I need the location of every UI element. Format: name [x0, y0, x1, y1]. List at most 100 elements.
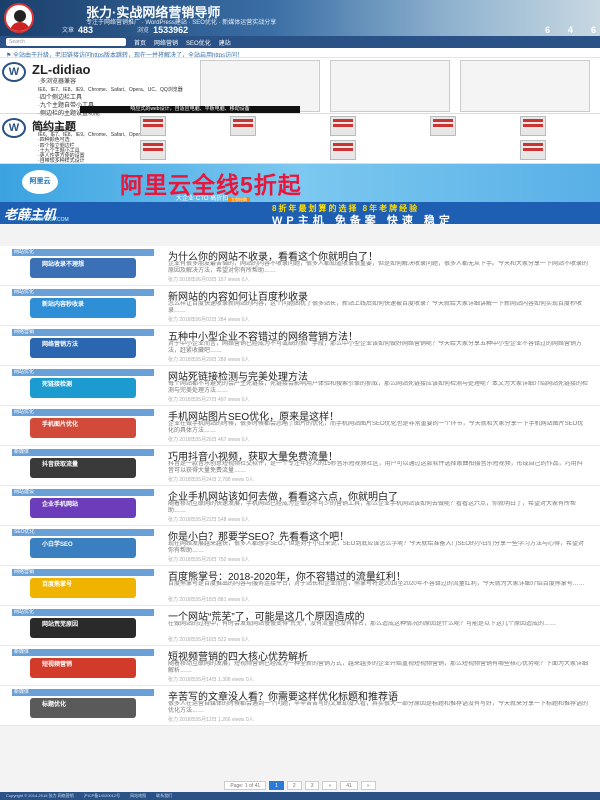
post-excerpt: 每个网站都不可避免的会产生死链接，死链接会影响用户体验和搜索引擎的抓取，那么网站… [168, 381, 588, 394]
post-category[interactable]: 网站建设 [14, 489, 34, 496]
post-thumbnail[interactable]: 网络营销 网络营销方法 [12, 329, 154, 360]
post-category[interactable]: 网站优化 [14, 609, 34, 616]
search-input[interactable]: Search [6, 38, 126, 46]
site-footer: Copyright © 2014-2018 张力 网络营销 沪ICP备140200… [0, 792, 600, 800]
nav-item[interactable]: SEO优化 [186, 38, 211, 47]
post-item[interactable]: 新媒体 抖音获取流量 巧用抖音小视频，获取大量免费流量！ 抖音是一款音乐创意短视频社交… [0, 446, 600, 486]
post-item[interactable]: 网站优化 手机图片优化 手机网站图片SEO优化，原来是这样！ 企业在做手机网站的时候，… [0, 406, 600, 446]
post-meta: 张力 2018年05月26日 467 views 0人 [168, 437, 250, 443]
theme-thumb [230, 116, 256, 136]
post-meta: 张力 2018年05月16日 522 views 0人 [168, 637, 250, 643]
post-excerpt: 百度熊掌号是百度推出的内容与服务连接平台，对于站长和企业而言，熊掌号将是2018… [168, 581, 585, 587]
theme-screenshot [460, 60, 590, 112]
post-item[interactable]: 网络营销 网络营销方法 五种中小型企业不容错过的网络营销方法！ 对于中小企业而言，网络… [0, 326, 600, 366]
post-item[interactable]: 新媒体 短视频营销 短视频营销的四大核心优势解析 随着移动互联网的发展，短视频营销已经… [0, 646, 600, 686]
feature-item: ·多浏览器兼容 [38, 79, 76, 85]
thumbnail-caption: 小白学SEO [42, 542, 73, 548]
footer-item[interactable]: 网站地图 [130, 793, 146, 799]
theme-thumb [520, 116, 546, 136]
nav-bar: Search 首页 网络营销 SEO优化 建站 [0, 36, 600, 48]
nav-item[interactable]: 网络营销 [154, 38, 178, 47]
post-thumbnail[interactable]: 网站优化手机图片优化 [12, 409, 154, 440]
post-thumbnail[interactable]: 网站优化死链接检测 [12, 369, 154, 400]
post-list: 网站优化 网站收录不理想 为什么你的网站不收录，看看这个你就明白了！ 企业有很多朋友最… [0, 246, 600, 726]
post-category[interactable]: 网络营销 [14, 329, 34, 336]
thumbnail-caption: 新站内容秒收录 [42, 302, 85, 308]
page-link[interactable]: » [360, 780, 376, 790]
thumbnail-caption: 网站收录不理想 [42, 262, 85, 268]
post-excerpt: 在做网站的过程中，有时会发现网站慢慢变得“荒芜”，没有流量也没有排名，那么造成这… [168, 621, 556, 627]
theme-ad-simple[interactable]: W 简约主题 ·多浏览器兼容 IE6、IE7、IE8、IE9、Chrome、Sa… [0, 114, 600, 164]
pagination: Page: 1 of 41 1 2 3» 41» [0, 778, 600, 792]
theme-thumb [520, 140, 546, 160]
thumbnail-caption: 手机图片优化 [42, 422, 79, 428]
category-band [12, 449, 154, 456]
post-category[interactable]: 网站优化 [14, 409, 34, 416]
theme-screenshot [330, 60, 450, 112]
theme-thumb [330, 140, 356, 160]
page-link[interactable]: » [322, 780, 338, 790]
page-link[interactable]: 41 [340, 780, 358, 790]
thumbnail-caption: 死链接检测 [42, 382, 73, 388]
post-item[interactable]: 网站优化 网站荒芜原因 一个网站“荒芜”了，可能是这几个原因造成的 在做网站的过程中，… [0, 606, 600, 646]
post-item[interactable]: 网站优化 死链接检测 网站死链接检测与完美处理方法 每个网站都不可避免的会产生死链接，… [0, 366, 600, 406]
post-thumbnail[interactable]: 网络营销 百度熊掌号 [12, 569, 154, 600]
laoxue-features: WP主机 免备案 快速 稳定 [272, 215, 454, 224]
post-meta: 张力 2018年05月12日 1,266 views 0人 [168, 717, 254, 723]
post-meta: 张力 2018年05月14日 1,308 views 0人 [168, 677, 254, 683]
footer-item[interactable]: 沪ICP备14020012号 [84, 793, 120, 799]
page-link[interactable]: 1 [269, 780, 284, 790]
post-thumbnail[interactable]: 网站优化 网站荒芜原因 [12, 609, 154, 640]
post-category[interactable]: 网站优化 [14, 289, 34, 296]
theme-screenshot [200, 60, 320, 112]
post-meta: 张力 2018年05月24日 2,788 views 0人 [168, 477, 254, 483]
post-item[interactable]: 新媒体 标题优化 辛苦写的文章没人看？你需要这样优化标题和推荐语 很多人在运营自媒体的… [0, 686, 600, 726]
post-item[interactable]: SEO优化 小白学SEO 你是小白？那要学SEO？先看看这个吧！ 现在网络发展越来越快… [0, 526, 600, 566]
page-link[interactable]: 2 [286, 780, 302, 790]
aliyun-brand: 阿里云 [22, 170, 58, 194]
post-category[interactable]: 网站优化 [14, 369, 34, 376]
post-excerpt: 抖音是一款音乐创意短视频社交软件，是一个专注年轻人的15秒音乐短视频社区，用户可… [168, 461, 583, 474]
theme-thumb [140, 140, 166, 160]
post-excerpt: 怎么样让百度快速收录新网站的内容，这个问题困扰了很多站长，新站上线后如何快速被百… [168, 301, 583, 314]
post-thumbnail[interactable]: 新媒体 标题优化 [12, 689, 154, 720]
post-item[interactable]: 网站优化 网站收录不理想 为什么你的网站不收录，看看这个你就明白了！ 企业有很多朋友最… [0, 246, 600, 286]
theme-features: ·多浏览器兼容 IE6、IE7、IE8、IE9、Chrome、Safari、Op… [38, 127, 143, 164]
post-meta: 张力 2018年05月27日 497 views 0人 [168, 397, 250, 403]
stat-value: 1533962 [153, 24, 189, 35]
theme-thumb [430, 116, 456, 136]
nav-item[interactable]: 首页 [134, 38, 146, 47]
post-thumbnail[interactable]: 网站优化网站收录不理想 [12, 249, 154, 280]
post-category[interactable]: 新媒体 [14, 689, 29, 696]
post-category[interactable]: 网站优化 [14, 249, 34, 256]
footer-item[interactable]: 联系我们 [156, 793, 172, 799]
theme-ad-zl-didiao[interactable]: W ZL-didiao ·多浏览器兼容 IE6、IE7、IE8、IE9、Chro… [0, 58, 600, 117]
theme-name: ZL-didiao [32, 62, 91, 77]
post-excerpt: 企业在做手机网站的时候，很多时候都会忽略了图片的优化，而手机网站图片SEO优化也… [168, 421, 584, 434]
post-thumbnail[interactable]: 新媒体 抖音获取流量 [12, 449, 154, 480]
wordpress-logo-icon: W [2, 62, 26, 82]
post-thumbnail[interactable]: SEO优化小白学SEO [12, 529, 154, 560]
post-category[interactable]: 新媒体 [14, 449, 29, 456]
thumbnail-caption: 短视频营销 [42, 662, 73, 668]
post-category[interactable]: SEO优化 [14, 529, 35, 536]
wordpress-logo-icon: W [2, 118, 26, 138]
post-thumbnail[interactable]: 网站优化新站内容秒收录 [12, 289, 154, 320]
post-excerpt: 随着移动互联网的快速发展，手机网站已经成为企业必不可少的营销工具，那么企业手机网… [168, 501, 577, 514]
nav-item[interactable]: 建站 [219, 38, 231, 47]
page-link[interactable]: 3 [304, 780, 320, 790]
post-thumbnail[interactable]: 网站建设 企业手机网站 [12, 489, 154, 520]
author-avatar[interactable] [4, 3, 34, 33]
site-notice: ⚑ 全站由于升级，老旧链接访问https版本跳转，现在一并将解决了，全站启用ht… [0, 48, 600, 58]
post-category[interactable]: 新媒体 [14, 649, 29, 656]
aliyun-ad-banner[interactable]: 阿里云 阿里云全线5折起 大企业·CTO 高折扣 立即抢购 [0, 164, 600, 202]
laoxue-host-ad[interactable]: 老薛主机 LAOXUEHOST.COM 8折年最划算的选择 8年老牌经验 WP主… [0, 202, 600, 224]
post-item[interactable]: 网络营销 百度熊掌号 百度熊掌号：2018-2020年，你不容错过的流量红利！ 百度熊… [0, 566, 600, 606]
post-excerpt: 随着移动互联网的发展，短视频营销已经成为一种全新的营销方式，越来越多的企业开始重… [168, 661, 588, 674]
post-thumbnail[interactable]: 新媒体短视频营销 [12, 649, 154, 680]
post-category[interactable]: 网络营销 [14, 569, 34, 576]
theme-thumb [330, 116, 356, 136]
post-excerpt: 现在网络发展越来越快，很多人都想学SEO，但是对于小白来说，SEO到底应该怎么学… [168, 541, 585, 554]
post-item[interactable]: 网站建设 企业手机网站 企业手机网站该如何去做，看看这六点，你就明白了 随着移动互联网… [0, 486, 600, 526]
post-item[interactable]: 网站优化 新站内容秒收录 新网站的内容如何让百度秒收录 怎么样让百度快速收录新网站的内… [0, 286, 600, 326]
